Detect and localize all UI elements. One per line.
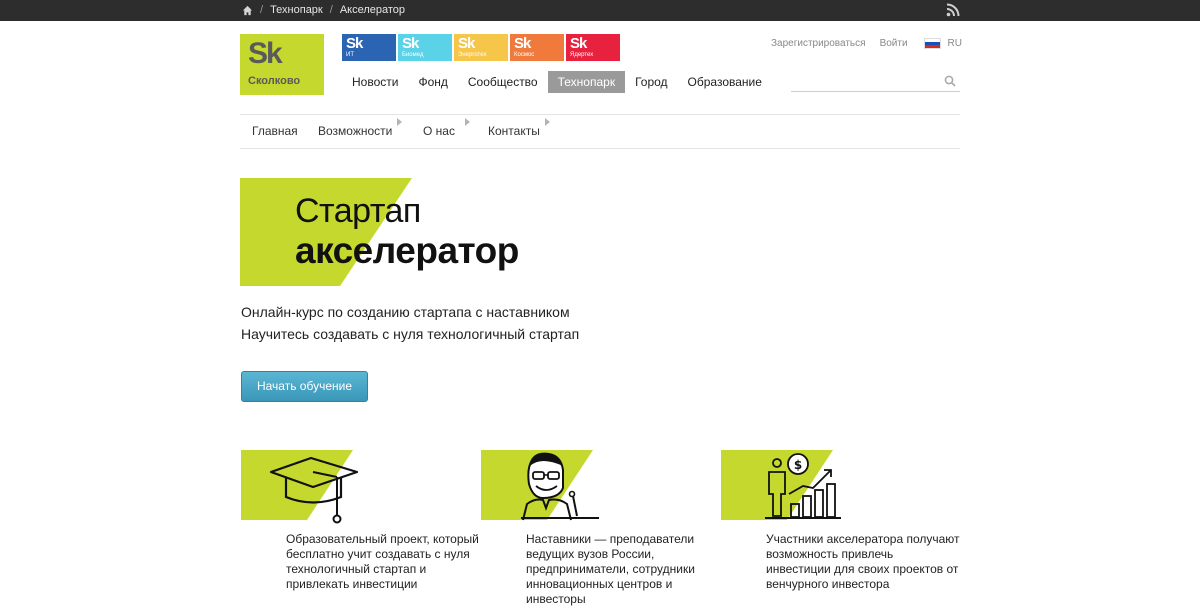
subnav-item-about[interactable]: О нас xyxy=(423,124,455,138)
cluster-links: Sk ИТ Sk Биомед Sk Энерготех Sk Космос S… xyxy=(342,34,620,61)
cluster-space[interactable]: Sk Космос xyxy=(510,34,564,61)
top-bar: / Технопарк / Акселератор xyxy=(0,0,1200,21)
cluster-mark: Sk xyxy=(346,35,363,52)
skolkovo-logo[interactable]: Sk Сколково xyxy=(240,34,324,95)
register-link[interactable]: Зарегистрироваться xyxy=(771,38,866,49)
cluster-mark: Sk xyxy=(570,35,587,52)
subnav-dropdown-arrow-icon xyxy=(465,118,470,126)
main-nav: Новости Фонд Сообщество Технопарк Город … xyxy=(342,71,772,93)
cluster-it[interactable]: Sk ИТ xyxy=(342,34,396,61)
hero-title-line2: акселератор xyxy=(295,230,519,271)
nav-item-education[interactable]: Образование xyxy=(678,71,772,93)
search-box xyxy=(791,72,960,92)
hero-subtitle-1: Онлайн-курс по созданию стартапа с наста… xyxy=(241,304,570,320)
subnav-dropdown-arrow-icon xyxy=(397,118,402,126)
logo-name: Сколково xyxy=(248,75,301,87)
subnav-item-opportunities[interactable]: Возможности xyxy=(318,124,392,138)
cluster-label: Космос xyxy=(514,52,535,58)
cluster-label: Энерготех xyxy=(458,52,487,58)
breadcrumb-separator: / xyxy=(260,4,264,16)
logo-mark: Sk xyxy=(248,37,283,70)
cluster-mark: Sk xyxy=(402,35,419,52)
cluster-label: ИТ xyxy=(346,52,354,58)
login-link[interactable]: Войти xyxy=(880,38,908,49)
cluster-label: Ядертех xyxy=(570,52,594,58)
mentor-icon xyxy=(481,450,599,521)
investment-growth-icon: $ xyxy=(721,450,841,520)
subnav-item-contacts[interactable]: Контакты xyxy=(488,124,540,138)
nav-item-fund[interactable]: Фонд xyxy=(408,71,457,93)
breadcrumb-item-technopark[interactable]: Технопарк xyxy=(270,4,323,16)
nav-item-city[interactable]: Город xyxy=(625,71,677,93)
cluster-label: Биомед xyxy=(402,52,424,58)
breadcrumb-item-accelerator: Акселератор xyxy=(339,4,406,16)
cluster-mark: Sk xyxy=(514,35,531,52)
breadcrumb: / Технопарк / Акселератор xyxy=(242,4,405,16)
search-input[interactable] xyxy=(791,73,936,91)
breadcrumb-separator: / xyxy=(329,4,333,16)
feature-text: Наставники — преподаватели ведущих вузов… xyxy=(526,532,695,606)
svg-text:$: $ xyxy=(794,458,802,472)
hero-title-line1: Стартап xyxy=(295,192,421,230)
graduation-cap-icon xyxy=(241,450,359,524)
rss-icon[interactable] xyxy=(946,3,960,17)
language-label[interactable]: RU xyxy=(948,38,962,49)
auth-links: Зарегистрироваться Войти RU xyxy=(771,38,962,49)
hero-subtitle-2: Научитесь создавать с нуля технологичный… xyxy=(241,326,580,342)
cluster-mark: Sk xyxy=(458,35,475,52)
cluster-biomed[interactable]: Sk Биомед xyxy=(398,34,452,61)
subnav-item-main[interactable]: Главная xyxy=(252,124,298,138)
nav-item-news[interactable]: Новости xyxy=(342,71,408,93)
home-icon[interactable] xyxy=(242,5,253,16)
search-icon[interactable] xyxy=(944,75,956,87)
start-learning-button[interactable]: Начать обучение xyxy=(241,371,368,402)
sub-nav: Главная Возможности О нас Контакты xyxy=(240,114,960,149)
feature-text: Образовательный проект, который бесплатн… xyxy=(286,532,479,591)
russia-flag-icon[interactable] xyxy=(923,38,941,49)
nav-item-technopark[interactable]: Технопарк xyxy=(547,71,626,93)
cluster-nuclear[interactable]: Sk Ядертех xyxy=(566,34,620,61)
cluster-energotech[interactable]: Sk Энерготех xyxy=(454,34,508,61)
feature-text: Участники акселератора получают возможно… xyxy=(766,532,960,591)
subnav-dropdown-arrow-icon xyxy=(545,118,550,126)
nav-item-community[interactable]: Сообщество xyxy=(458,71,548,93)
